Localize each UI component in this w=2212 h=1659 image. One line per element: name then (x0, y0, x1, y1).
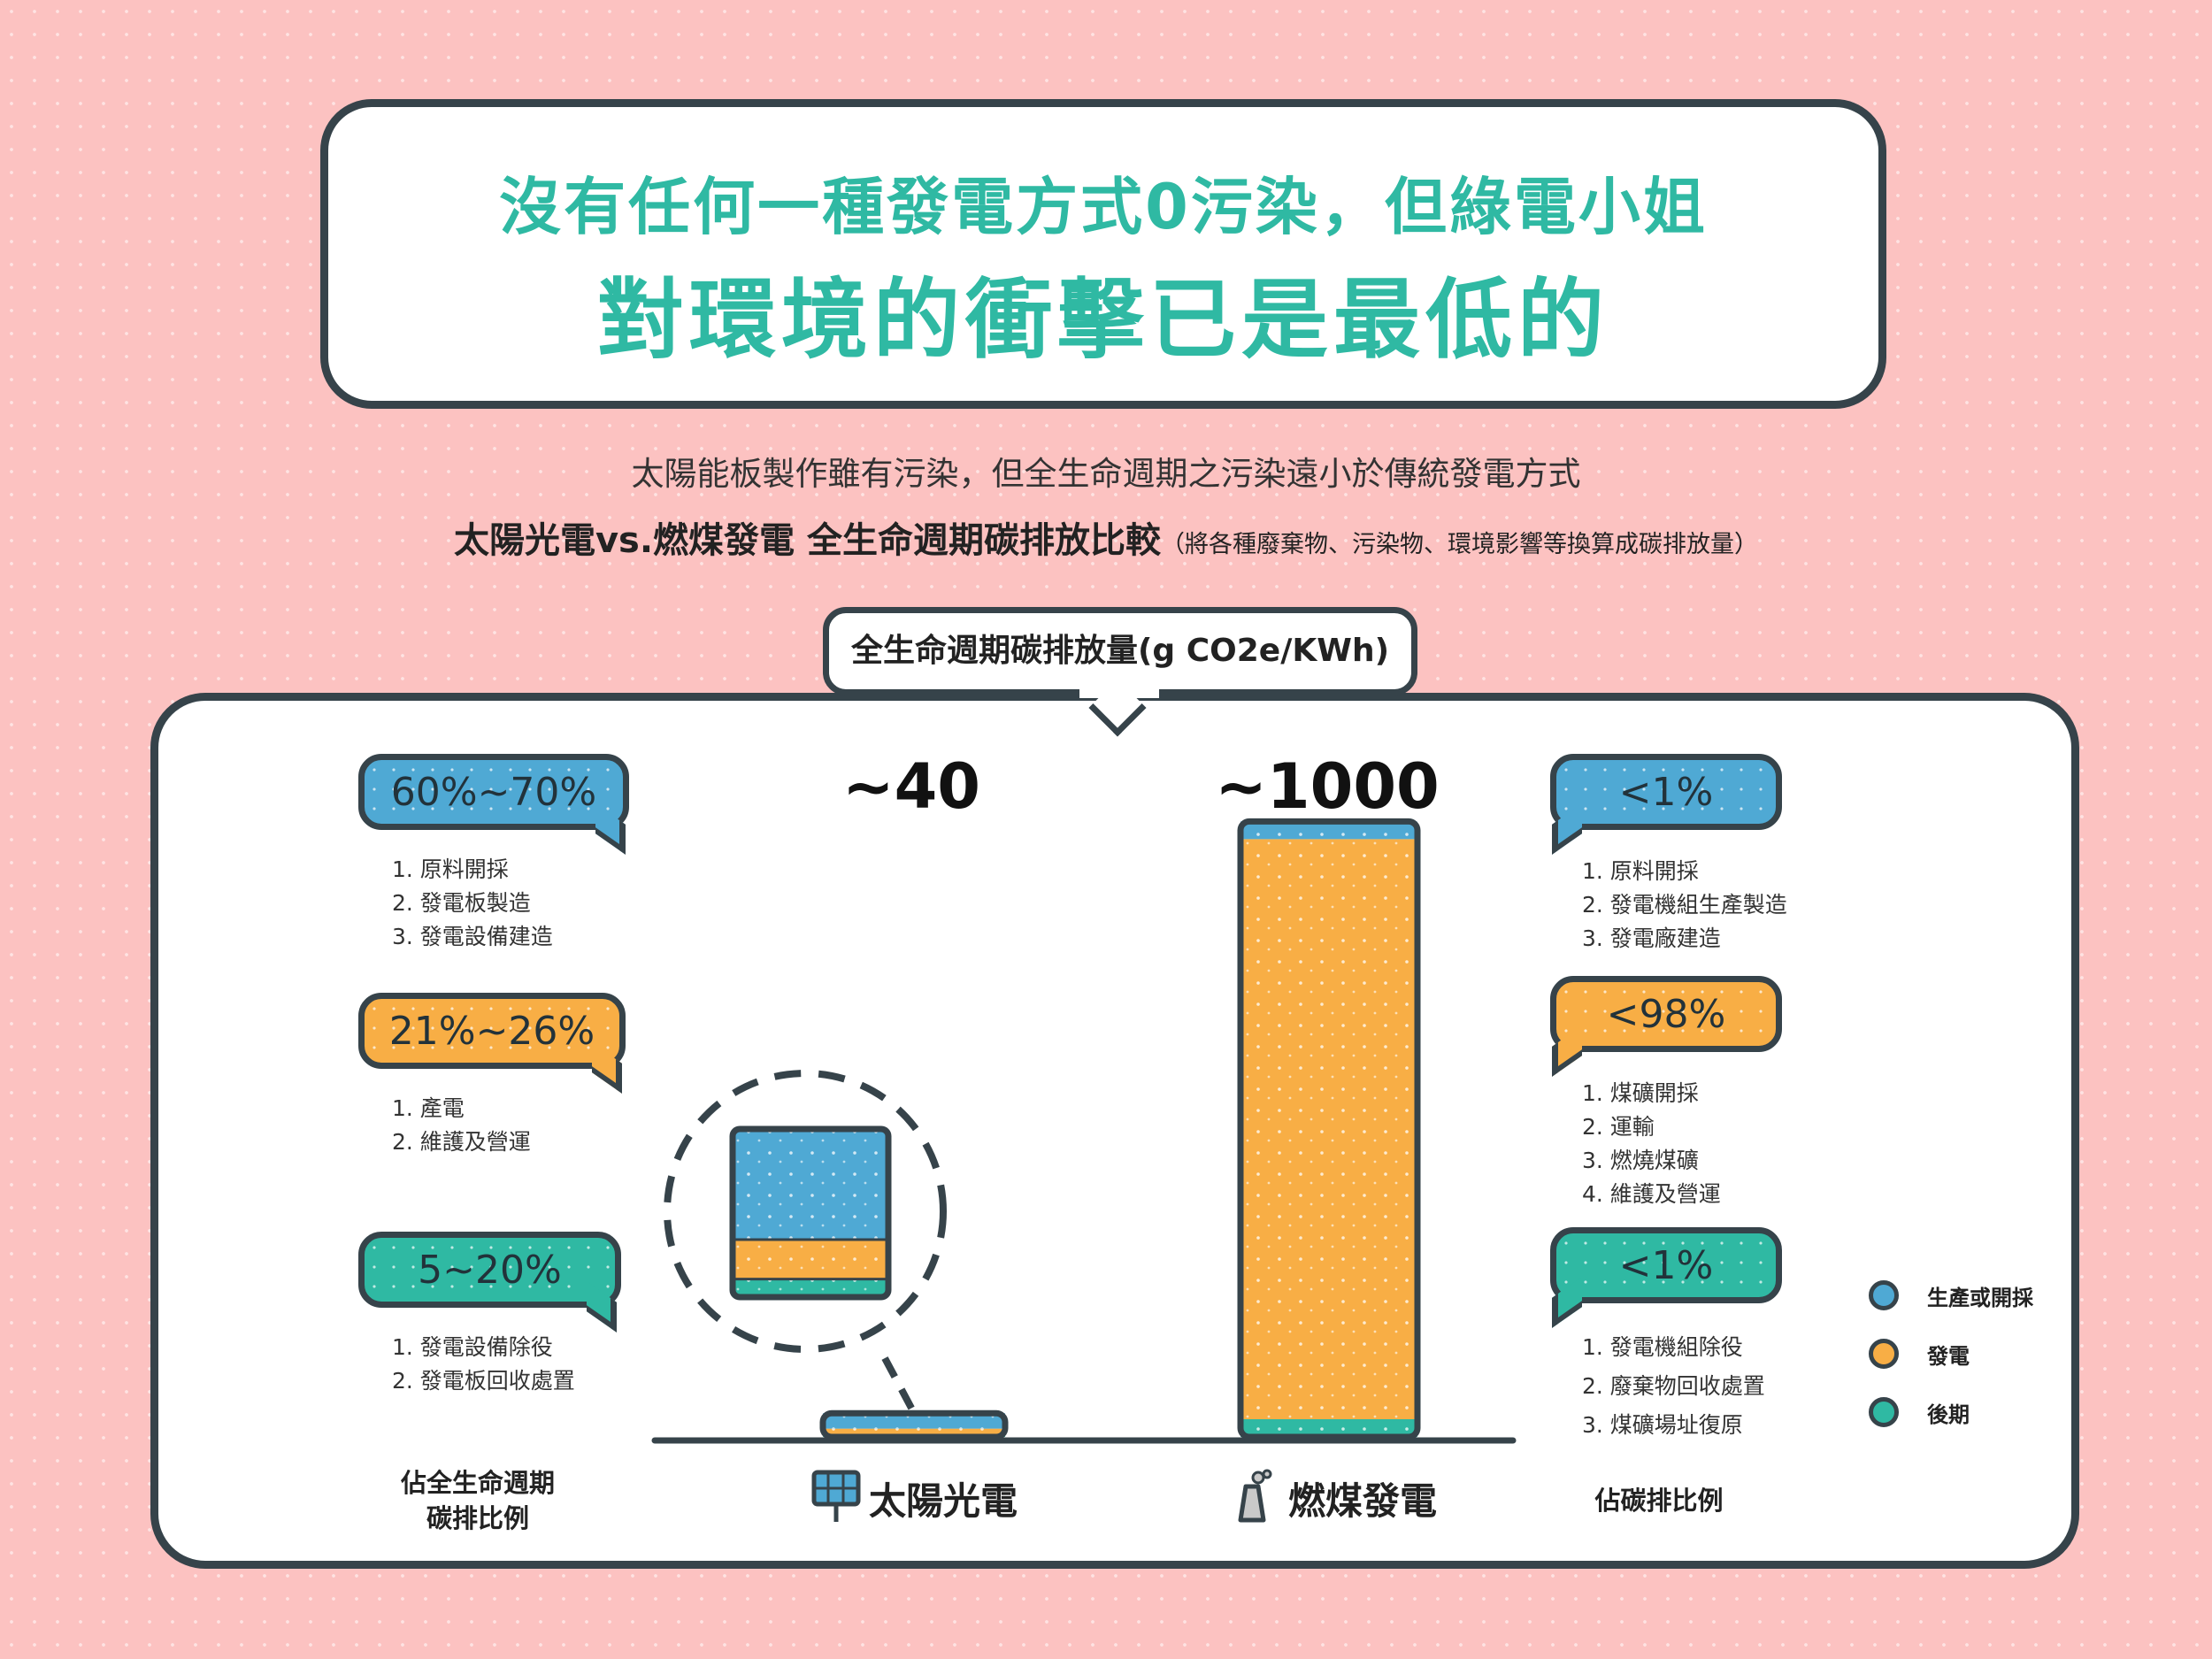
bar-solar-texture-generation (823, 1428, 1005, 1434)
magnifier-pointer (881, 1356, 917, 1413)
magnified-texture-production (733, 1129, 888, 1239)
category-coal: 燃煤發電 (1228, 1469, 1437, 1527)
category-solar: 太陽光電 (810, 1469, 1018, 1527)
magnified-solar-bar (729, 1125, 892, 1301)
category-label-coal: 燃煤發電 (1288, 1479, 1438, 1523)
bar-coal-texture-generation (1240, 839, 1417, 1419)
solar-panel-icon (810, 1469, 862, 1527)
coal-plant-icon (1228, 1469, 1281, 1527)
bar-solar (819, 1409, 1009, 1440)
category-label-solar: 太陽光電 (869, 1479, 1018, 1523)
bar-coal (1237, 818, 1421, 1440)
data-label-solar: ~40 (841, 750, 981, 823)
magnified-texture-generation (733, 1238, 888, 1279)
data-label-coal: ~1000 (1215, 750, 1440, 823)
bar-chart (651, 818, 1517, 1444)
